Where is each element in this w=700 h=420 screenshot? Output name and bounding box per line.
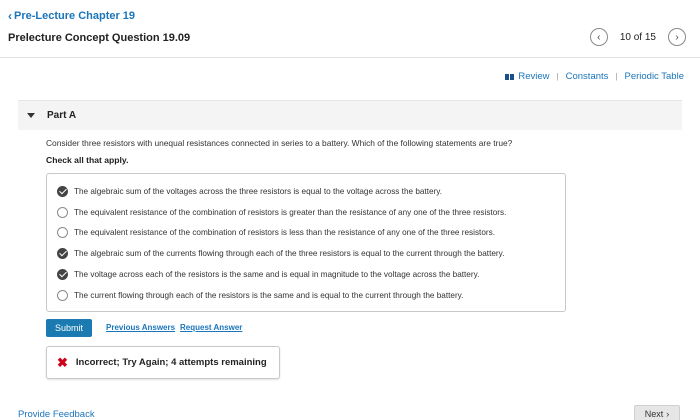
review-icon (505, 73, 515, 80)
caret-down-icon (27, 113, 35, 118)
toolbar-separator: | (556, 72, 559, 81)
toolbar-separator: | (615, 72, 618, 81)
option-5[interactable]: The current flowing through each of the … (47, 285, 565, 306)
review-link[interactable]: Review (518, 71, 549, 82)
resource-toolbar: Review | Constants | Periodic Table (505, 71, 684, 82)
checkbox-checked[interactable] (57, 185, 68, 197)
option-label: The algebraic sum of the currents flowin… (74, 249, 505, 259)
option-label: The equivalent resistance of the combina… (74, 228, 495, 238)
next-button[interactable]: Next › (634, 405, 680, 420)
checkbox-checked[interactable] (57, 248, 68, 260)
page-title: Prelecture Concept Question 19.09 (8, 32, 191, 44)
provide-feedback-link[interactable]: Provide Feedback (18, 409, 95, 420)
feedback-message: Incorrect; Try Again; 4 attempts remaini… (75, 357, 267, 368)
part-label: Part A (47, 110, 77, 121)
previous-question-button[interactable]: ‹ (589, 28, 608, 46)
instruction-text: Check all that apply. (46, 155, 129, 165)
option-label: The current flowing through each of the … (74, 290, 464, 300)
periodic-table-link[interactable]: Periodic Table (624, 71, 684, 82)
option-1[interactable]: The equivalent resistance of the combina… (47, 202, 565, 223)
pager-count: 10 of 15 (619, 31, 656, 43)
option-label: The algebraic sum of the voltages across… (74, 186, 443, 196)
next-label: Next (644, 409, 664, 419)
submit-button[interactable]: Submit (46, 319, 92, 337)
option-2[interactable]: The equivalent resistance of the combina… (47, 223, 565, 244)
chevron-right-icon: › (666, 409, 670, 419)
option-0[interactable]: The algebraic sum of the voltages across… (47, 181, 565, 202)
incorrect-x-icon: ✖ (57, 355, 68, 370)
option-label: The equivalent resistance of the combina… (74, 207, 507, 217)
previous-answers-link[interactable]: Previous Answers (106, 323, 175, 332)
chevron-left-icon: ‹ (8, 9, 12, 23)
checkbox[interactable] (57, 227, 68, 239)
options-box: The algebraic sum of the voltages across… (46, 173, 566, 312)
option-4[interactable]: The voltage across each of the resistors… (47, 264, 565, 285)
next-question-button[interactable]: › (668, 28, 686, 46)
part-a-header[interactable]: Part A (18, 100, 682, 130)
header-divider (0, 57, 700, 58)
pager: ‹ 10 of 15 › (589, 28, 686, 46)
feedback-box: ✖ Incorrect; Try Again; 4 attempts remai… (46, 346, 280, 379)
checkbox[interactable] (57, 206, 68, 218)
chevron-left-icon: ‹ (597, 31, 601, 43)
chevron-right-icon: › (675, 31, 679, 43)
checkbox[interactable] (57, 289, 68, 301)
option-3[interactable]: The algebraic sum of the currents flowin… (47, 243, 565, 264)
back-link-label: Pre-Lecture Chapter 19 (14, 10, 136, 22)
constants-link[interactable]: Constants (566, 71, 609, 82)
request-answer-link[interactable]: Request Answer (180, 323, 242, 332)
question-text: Consider three resistors with unequal re… (46, 138, 513, 148)
option-label: The voltage across each of the resistors… (74, 270, 480, 280)
back-link[interactable]: ‹ Pre-Lecture Chapter 19 (8, 9, 135, 23)
checkbox-checked[interactable] (57, 269, 68, 281)
